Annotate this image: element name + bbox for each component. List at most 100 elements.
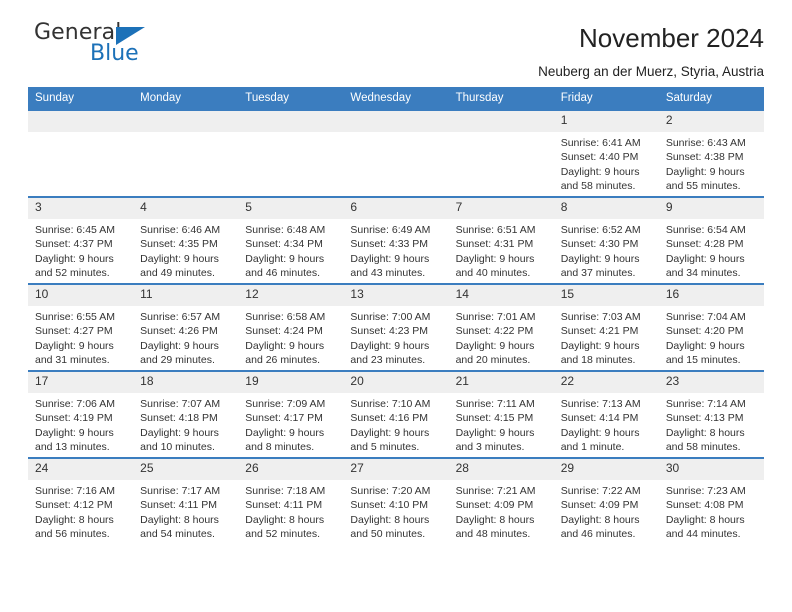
calendar-day-cell[interactable]: 14 Sunrise: 7:01 AM Sunset: 4:22 PM Dayligh… [448,283,554,371]
calendar-day-cell[interactable]: 25 Sunrise: 7:17 AM Sunset: 4:11 PM Dayligh… [133,457,239,545]
daylight-duration-line1: Daylight: 8 hours [560,513,640,526]
day-details: Sunrise: 6:54 AM Sunset: 4:28 PM Daylight:… [659,219,764,280]
day-number: 6 [343,198,449,219]
daylight-duration-line2: and 13 minutes. [35,440,110,453]
daylight-duration-line1: Daylight: 9 hours [35,426,114,439]
day-details: Sunrise: 7:09 AM Sunset: 4:17 PM Daylight:… [238,393,343,454]
general-blue-logo[interactable]: General Blue [28,22,158,72]
day-details: Sunrise: 7:06 AM Sunset: 4:19 PM Daylight:… [28,393,133,454]
daylight-duration-line1: Daylight: 9 hours [245,339,325,352]
calendar-day-cell[interactable]: 18 Sunrise: 7:07 AM Sunset: 4:18 PM Dayligh… [133,370,239,458]
sunrise-time: Sunrise: 7:17 AM [140,485,221,497]
sunrise-time: Sunrise: 6:41 AM [560,137,641,149]
day-number: 2 [658,111,764,132]
daylight-duration-line2: and 56 minutes. [35,527,110,540]
calendar-day-cell[interactable]: 16 Sunrise: 7:04 AM Sunset: 4:20 PM Dayligh… [658,283,764,371]
sunrise-time: Sunrise: 7:20 AM [350,485,431,497]
daylight-duration-line2: and 8 minutes. [245,440,315,453]
calendar-day-cell[interactable]: 12 Sunrise: 6:58 AM Sunset: 4:24 PM Dayligh… [238,283,344,371]
day-details: Sunrise: 7:17 AM Sunset: 4:11 PM Daylight:… [133,480,238,541]
day-details: Sunrise: 6:49 AM Sunset: 4:33 PM Daylight:… [343,219,448,280]
calendar-day-cell[interactable]: 17 Sunrise: 7:06 AM Sunset: 4:19 PM Dayligh… [28,370,134,458]
day-number: 9 [658,198,764,219]
sunset-time: Sunset: 4:11 PM [245,499,323,512]
daylight-duration-line2: and 50 minutes. [350,527,426,540]
daylight-duration-line1: Daylight: 8 hours [665,513,745,526]
calendar-day-cell[interactable]: 29 Sunrise: 7:22 AM Sunset: 4:09 PM Dayligh… [553,457,659,545]
daylight-duration-line1: Daylight: 9 hours [245,426,325,439]
day-details: Sunrise: 6:57 AM Sunset: 4:26 PM Daylight:… [133,306,238,367]
title-block: November 2024 Neuberg an der Muerz, Styr… [538,22,764,80]
calendar-day-cell[interactable]: 5 Sunrise: 6:48 AM Sunset: 4:34 PM Daylight… [238,196,344,284]
sunset-time: Sunset: 4:30 PM [560,238,639,251]
calendar-day-cell[interactable]: 7 Sunrise: 6:51 AM Sunset: 4:31 PM Daylight… [448,196,554,284]
day-details: Sunrise: 6:51 AM Sunset: 4:31 PM Daylight:… [449,219,554,280]
daylight-duration-line2: and 52 minutes. [245,527,320,540]
calendar-day-cell[interactable]: 21 Sunrise: 7:11 AM Sunset: 4:15 PM Dayligh… [448,370,554,458]
sunrise-time: Sunrise: 7:14 AM [665,398,746,410]
day-number: 17 [28,372,134,393]
calendar-day-cell[interactable]: 30 Sunrise: 7:23 AM Sunset: 4:08 PM Dayligh… [658,457,764,545]
day-details: Sunrise: 6:46 AM Sunset: 4:35 PM Daylight:… [133,219,238,280]
day-number: 26 [238,459,344,480]
calendar-day-cell[interactable]: 19 Sunrise: 7:09 AM Sunset: 4:17 PM Dayligh… [238,370,344,458]
daylight-duration-line2: and 54 minutes. [140,527,215,540]
calendar-day-cell[interactable]: 4 Sunrise: 6:46 AM Sunset: 4:35 PM Daylight… [133,196,239,284]
calendar-day-cell[interactable]: 22 Sunrise: 7:13 AM Sunset: 4:14 PM Dayligh… [553,370,659,458]
sunset-time: Sunset: 4:40 PM [560,151,639,164]
sunrise-time: Sunrise: 6:45 AM [35,224,115,236]
day-number: 10 [28,285,134,306]
daylight-duration-line2: and 58 minutes. [665,440,741,453]
daylight-duration-line1: Daylight: 8 hours [35,513,114,526]
daylight-duration-line2: and 43 minutes. [350,266,426,279]
calendar-day-cell[interactable]: 3 Sunrise: 6:45 AM Sunset: 4:37 PM Daylight… [28,196,134,284]
day-details: Sunrise: 7:11 AM Sunset: 4:15 PM Daylight:… [449,393,554,454]
sunrise-time: Sunrise: 7:13 AM [560,398,641,410]
day-number [238,111,344,132]
daylight-duration-line1: Daylight: 9 hours [350,252,430,265]
sunset-time: Sunset: 4:24 PM [245,325,323,338]
day-number: 5 [238,198,344,219]
sunset-time: Sunset: 4:33 PM [350,238,429,251]
calendar-day-cell[interactable]: 27 Sunrise: 7:20 AM Sunset: 4:10 PM Dayligh… [343,457,449,545]
daylight-duration-line1: Daylight: 9 hours [455,252,535,265]
calendar-day-cell[interactable]: 26 Sunrise: 7:18 AM Sunset: 4:11 PM Dayligh… [238,457,344,545]
calendar-day-cell[interactable]: 2 Sunrise: 6:43 AM Sunset: 4:38 PM Daylight… [658,109,764,197]
day-details: Sunrise: 7:22 AM Sunset: 4:09 PM Daylight:… [554,480,659,541]
sunset-time: Sunset: 4:18 PM [140,412,218,425]
calendar-day-cell[interactable]: 13 Sunrise: 7:00 AM Sunset: 4:23 PM Dayligh… [343,283,449,371]
day-number: 27 [343,459,449,480]
day-number: 14 [448,285,554,306]
daylight-duration-line1: Daylight: 9 hours [560,252,640,265]
sunset-time: Sunset: 4:35 PM [140,238,218,251]
logo-text-blue: Blue [90,41,139,66]
sunrise-time: Sunrise: 6:54 AM [665,224,746,236]
daylight-duration-line1: Daylight: 9 hours [560,426,640,439]
sunset-time: Sunset: 4:23 PM [350,325,429,338]
calendar-day-cell[interactable]: 24 Sunrise: 7:16 AM Sunset: 4:12 PM Dayligh… [28,457,134,545]
calendar-day-cell[interactable]: 8 Sunrise: 6:52 AM Sunset: 4:30 PM Daylight… [553,196,659,284]
sunset-time: Sunset: 4:12 PM [35,499,113,512]
sunrise-time: Sunrise: 7:01 AM [455,311,536,323]
day-details: Sunrise: 7:03 AM Sunset: 4:21 PM Daylight:… [554,306,659,367]
daylight-duration-line1: Daylight: 8 hours [245,513,325,526]
calendar-day-cell[interactable]: 20 Sunrise: 7:10 AM Sunset: 4:16 PM Dayligh… [343,370,449,458]
calendar-day-cell[interactable]: 1 Sunrise: 6:41 AM Sunset: 4:40 PM Daylight… [553,109,659,197]
calendar-week-row: 3 Sunrise: 6:45 AM Sunset: 4:37 PM Daylight… [28,196,764,284]
calendar-day-cell[interactable]: 9 Sunrise: 6:54 AM Sunset: 4:28 PM Daylight… [658,196,764,284]
sunrise-time: Sunrise: 7:10 AM [350,398,431,410]
calendar-day-cell[interactable]: 11 Sunrise: 6:57 AM Sunset: 4:26 PM Dayligh… [133,283,239,371]
daylight-duration-line2: and 20 minutes. [455,353,531,366]
calendar-week-row: 17 Sunrise: 7:06 AM Sunset: 4:19 PM Dayligh… [28,370,764,458]
day-number: 7 [448,198,554,219]
daylight-duration-line1: Daylight: 8 hours [350,513,430,526]
calendar-day-cell[interactable]: 23 Sunrise: 7:14 AM Sunset: 4:13 PM Dayligh… [658,370,764,458]
calendar-day-cell[interactable]: 10 Sunrise: 6:55 AM Sunset: 4:27 PM Dayligh… [28,283,134,371]
daylight-duration-line1: Daylight: 9 hours [560,339,640,352]
calendar-day-cell[interactable]: 28 Sunrise: 7:21 AM Sunset: 4:09 PM Dayligh… [448,457,554,545]
weekday-header-sunday: Sunday [28,87,134,110]
sunrise-time: Sunrise: 7:21 AM [455,485,536,497]
sunrise-time: Sunrise: 6:43 AM [665,137,746,149]
calendar-day-cell[interactable]: 6 Sunrise: 6:49 AM Sunset: 4:33 PM Daylight… [343,196,449,284]
calendar-day-cell[interactable]: 15 Sunrise: 7:03 AM Sunset: 4:21 PM Dayligh… [553,283,659,371]
